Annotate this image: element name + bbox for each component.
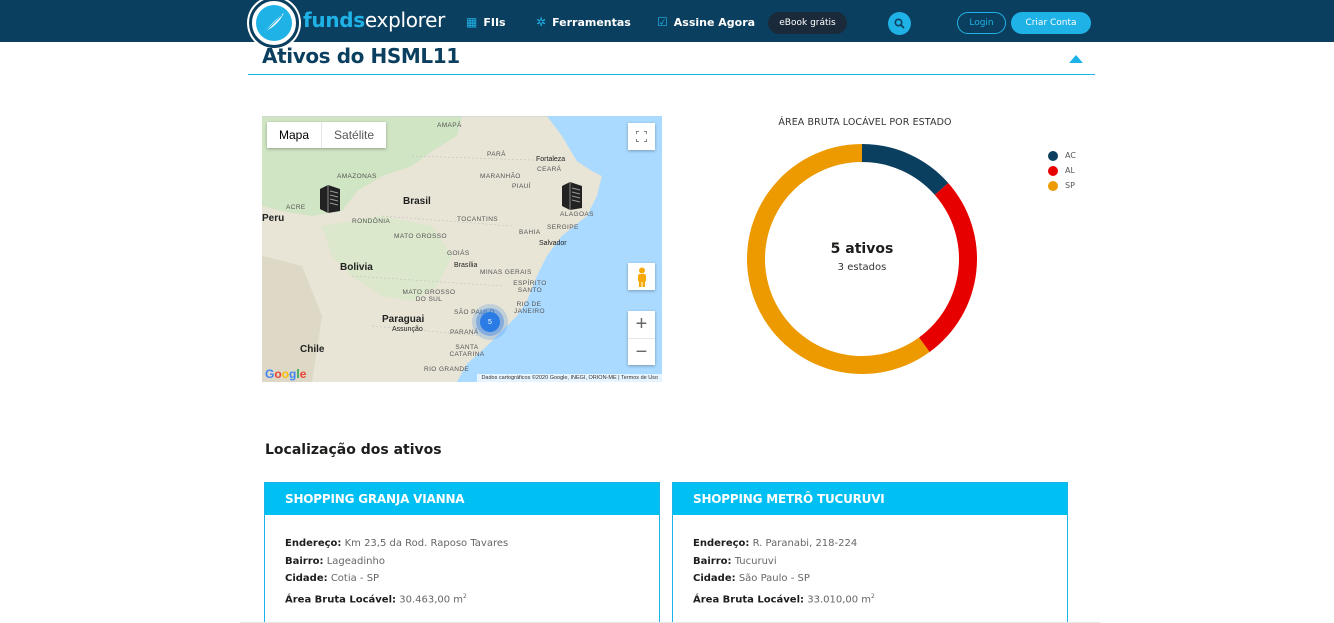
donut-center-states: 3 estados bbox=[837, 262, 887, 273]
building-marker-icon[interactable] bbox=[560, 180, 584, 210]
zoom-out-button[interactable]: − bbox=[628, 338, 655, 365]
map-type-control: Mapa Satélite bbox=[267, 122, 387, 148]
login-button[interactable]: Login bbox=[957, 12, 1006, 34]
chart-title: ÁREA BRUTA LOCÁVEL POR ESTADO bbox=[778, 117, 952, 128]
legend-dot bbox=[1048, 150, 1058, 161]
asset-card: SHOPPING GRANJA VIANNA Endereço: Km 23,5… bbox=[264, 482, 660, 623]
asset-card-title: SHOPPING GRANJA VIANNA bbox=[265, 483, 659, 515]
donut-chart bbox=[746, 144, 977, 374]
legend-item-sp[interactable]: SP bbox=[1048, 178, 1076, 193]
map-attribution[interactable]: Dados cartográficos ©2020 Google, INEGI,… bbox=[477, 374, 662, 382]
asset-neighborhood: Bairro: Lageadinho bbox=[285, 555, 385, 567]
legend-label: AC bbox=[1065, 151, 1076, 160]
brand-logo[interactable] bbox=[249, 0, 299, 48]
feather-logo-icon bbox=[264, 13, 284, 33]
nav-ferramentas[interactable]: ✲ Ferramentas bbox=[536, 14, 631, 30]
pegman-icon bbox=[637, 267, 646, 287]
nav-fiis[interactable]: ▦ FIIs bbox=[466, 14, 506, 30]
marker-cluster[interactable]: 5 bbox=[480, 312, 500, 332]
top-navbar: fundsexplorer ▦ FIIs ✲ Ferramentas ☑ Ass… bbox=[0, 0, 1334, 48]
chart-legend: AC AL SP bbox=[1048, 148, 1076, 193]
legend-item-al[interactable]: AL bbox=[1048, 163, 1076, 178]
legend-dot bbox=[1048, 165, 1058, 176]
donut-center-count: 5 ativos bbox=[830, 241, 894, 257]
tools-icon: ✲ bbox=[536, 15, 547, 29]
ebook-button[interactable]: eBook grátis bbox=[768, 12, 847, 34]
legend-item-ac[interactable]: AC bbox=[1048, 148, 1076, 163]
search-icon bbox=[894, 18, 905, 29]
section-divider bbox=[248, 74, 1095, 75]
assets-map[interactable]: AMAPÁ PARÁ AMAZONAS MARANHÃO PIAUÍ CEARÁ… bbox=[262, 116, 662, 382]
asset-area: Área Bruta Locável: 30.463,00 m2 bbox=[285, 592, 467, 605]
fullscreen-icon bbox=[636, 131, 647, 142]
map-type-map-button[interactable]: Mapa bbox=[267, 122, 321, 148]
asset-card: SHOPPING METRÔ TUCURUVI Endereço: R. Par… bbox=[672, 482, 1068, 623]
building-icon: ▦ bbox=[466, 15, 478, 29]
search-button[interactable] bbox=[888, 12, 911, 35]
map-type-satellite-button[interactable]: Satélite bbox=[321, 122, 386, 148]
asset-area: Área Bruta Locável: 33.010,00 m2 bbox=[693, 592, 875, 605]
checkbox-icon: ☑ bbox=[657, 15, 668, 29]
asset-address: Endereço: Km 23,5 da Rod. Raposo Tavares bbox=[285, 538, 509, 549]
legend-dot bbox=[1048, 180, 1058, 191]
signup-button[interactable]: Criar Conta bbox=[1011, 12, 1091, 34]
fullscreen-button[interactable] bbox=[628, 123, 655, 150]
zoom-control: + − bbox=[628, 311, 655, 365]
google-logo: Google bbox=[265, 367, 307, 381]
collapse-caret-icon[interactable] bbox=[1069, 55, 1083, 63]
location-title: Localização dos ativos bbox=[265, 442, 442, 458]
donut-slice-sp[interactable] bbox=[746, 144, 930, 374]
street-view-pegman[interactable] bbox=[628, 263, 655, 290]
legend-label: SP bbox=[1065, 181, 1075, 190]
asset-city: Cidade: Cotia - SP bbox=[285, 573, 380, 584]
asset-card-title: SHOPPING METRÔ TUCURUVI bbox=[673, 483, 1067, 515]
building-marker-icon[interactable] bbox=[318, 183, 342, 213]
section-title: Ativos do HSML11 bbox=[262, 44, 460, 68]
map-terrain bbox=[262, 116, 662, 382]
asset-address: Endereço: R. Paranabi, 218-224 bbox=[693, 538, 858, 549]
legend-label: AL bbox=[1065, 166, 1075, 175]
asset-city: Cidade: São Paulo - SP bbox=[693, 573, 810, 584]
donut-slice-ac[interactable] bbox=[862, 144, 949, 195]
zoom-in-button[interactable]: + bbox=[628, 311, 655, 338]
brand-wordmark[interactable]: fundsexplorer bbox=[303, 8, 445, 32]
asset-neighborhood: Bairro: Tucuruvi bbox=[693, 555, 777, 567]
nav-assine-agora[interactable]: ☑ Assine Agora bbox=[657, 14, 755, 30]
